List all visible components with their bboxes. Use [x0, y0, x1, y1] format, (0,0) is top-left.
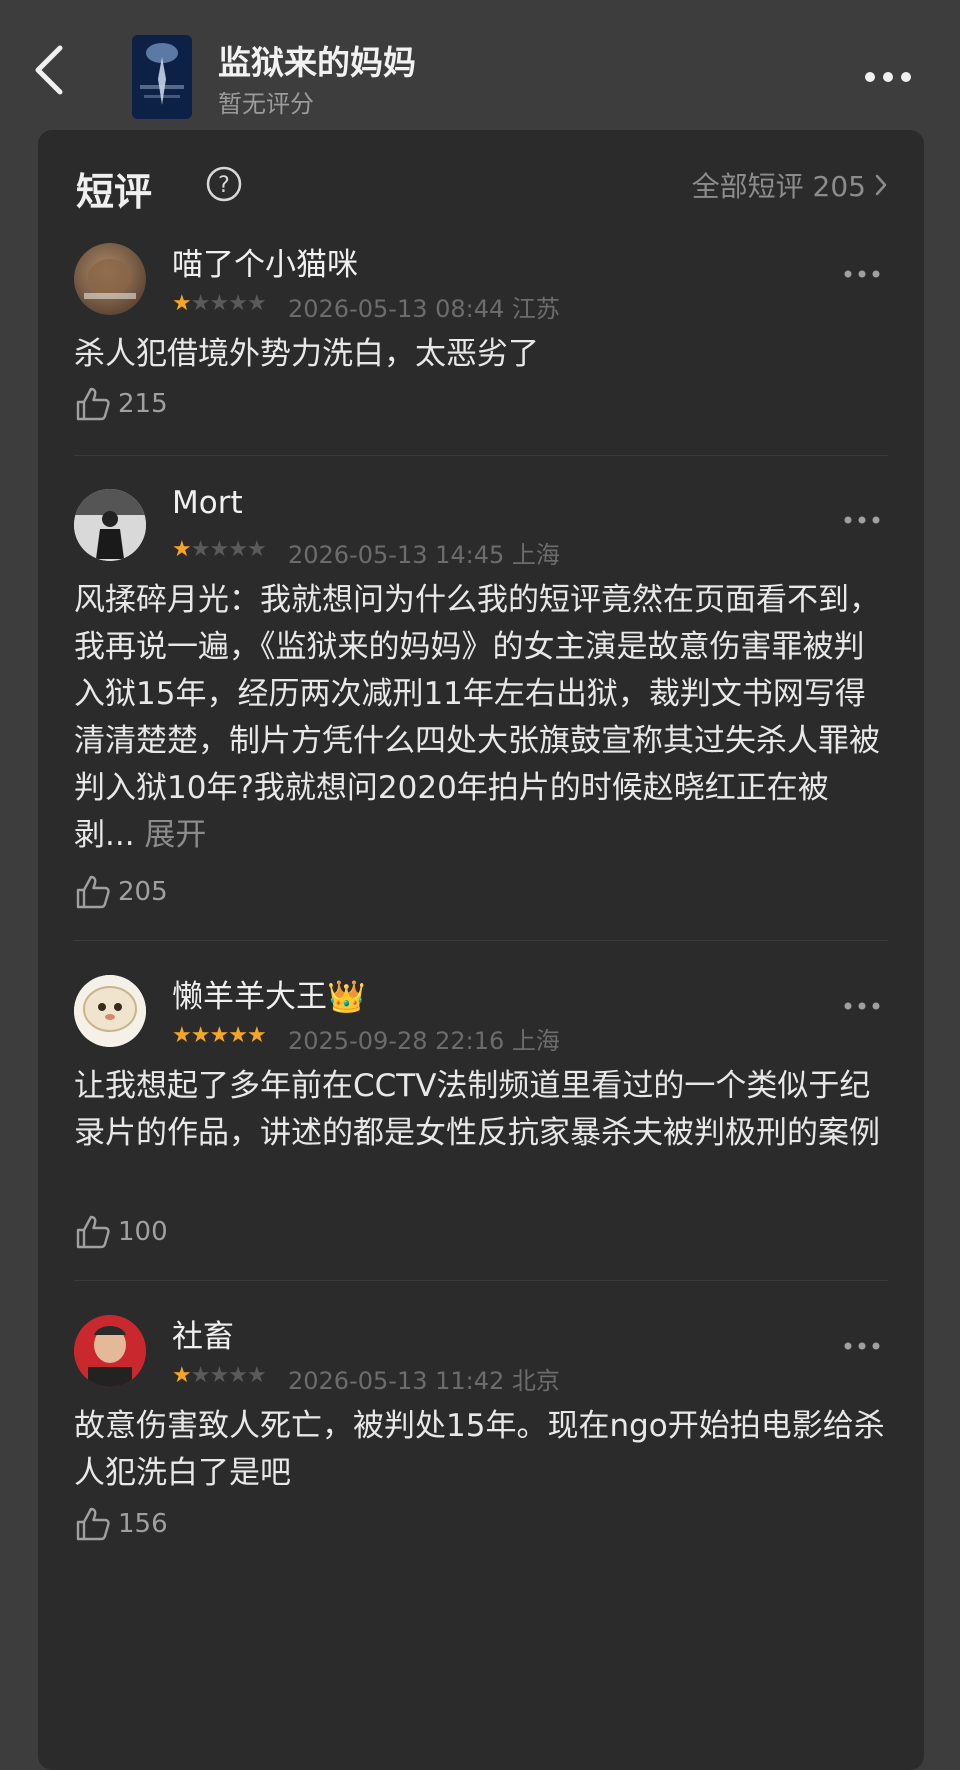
- review-text: 故意伤害致人死亡，被判处15年。现在ngo开始拍电影给杀人犯洗白了是吧: [74, 1408, 885, 1491]
- section-header: 短评 ? 全部短评 205: [76, 157, 888, 214]
- star-empty-icon: ★: [246, 537, 267, 562]
- divider: [74, 455, 888, 456]
- back-button[interactable]: [30, 42, 80, 112]
- svg-text:?: ?: [218, 173, 230, 198]
- star-empty-icon: ★: [190, 1363, 211, 1388]
- all-reviews-label: 全部短评 205: [691, 170, 866, 203]
- username-text: 懒羊羊大王: [172, 979, 327, 1015]
- review-meta: 2026-05-13 14:45 上海: [288, 535, 560, 570]
- review-date: 2026-05-13 11:42: [288, 1367, 505, 1395]
- rating-stars: ★★★★★: [172, 537, 267, 562]
- star-filled-icon: ★: [172, 1023, 192, 1048]
- like-button[interactable]: 100: [74, 1213, 168, 1251]
- like-button[interactable]: 215: [74, 385, 168, 423]
- review-date: 2026-05-13 14:45: [288, 541, 505, 569]
- poster-artwork: [132, 35, 192, 119]
- star-filled-icon: ★: [246, 1023, 267, 1048]
- movie-poster[interactable]: [132, 35, 192, 119]
- review-meta: 2026-05-13 08:44 江苏: [288, 289, 560, 324]
- like-button[interactable]: 156: [74, 1505, 168, 1543]
- short-reviews-panel: 短评 ? 全部短评 205 喵了个小猫咪 ★★★★★ 2026-05-13 08…: [38, 130, 924, 1770]
- like-count: 215: [118, 389, 168, 419]
- star-empty-icon: ★: [228, 1363, 248, 1388]
- question-circle-icon[interactable]: ?: [206, 166, 242, 202]
- more-dots-icon[interactable]: [842, 999, 882, 1013]
- top-bar: 监狱来的妈妈 暂无评分: [0, 0, 960, 128]
- like-button[interactable]: 205: [74, 873, 168, 911]
- crown-badge-icon: 👑: [327, 979, 366, 1015]
- review-date: 2025-09-28 22:16: [288, 1027, 505, 1055]
- review-meta: 2026-05-13 11:42 北京: [288, 1361, 560, 1396]
- avatar-image: [74, 1315, 146, 1387]
- star-empty-icon: ★: [228, 537, 248, 562]
- star-filled-icon: ★: [172, 1363, 192, 1388]
- like-count: 156: [118, 1509, 168, 1539]
- page-title: 监狱来的妈妈: [218, 43, 416, 82]
- like-count: 205: [118, 877, 168, 907]
- review-text: 风揉碎月光：我就想问为什么我的短评竟然在页面看不到，我再说一遍，《监狱来的妈妈》…: [74, 577, 888, 859]
- more-dots-icon[interactable]: [842, 513, 882, 527]
- review-location: 上海: [511, 541, 560, 569]
- star-filled-icon: ★: [172, 537, 192, 562]
- avatar[interactable]: [74, 975, 146, 1047]
- more-options-button[interactable]: [858, 62, 918, 92]
- star-empty-icon: ★: [209, 1363, 229, 1388]
- review-text: 杀人犯借境外势力洗白，太恶劣了: [74, 336, 539, 372]
- star-filled-icon: ★: [209, 1023, 229, 1048]
- star-empty-icon: ★: [209, 537, 229, 562]
- avatar-image: [84, 259, 136, 299]
- section-title: 短评: [76, 170, 153, 214]
- review-location: 上海: [511, 1027, 560, 1055]
- thumbs-up-icon: [76, 1215, 110, 1249]
- star-empty-icon: ★: [209, 291, 229, 316]
- username[interactable]: Mort: [172, 485, 243, 521]
- star-filled-icon: ★: [190, 1023, 211, 1048]
- username[interactable]: 社畜: [172, 1311, 234, 1356]
- rating-status: 暂无评分: [218, 90, 314, 118]
- rating-stars: ★★★★★: [172, 1363, 267, 1388]
- thumbs-up-icon: [76, 875, 110, 909]
- like-count: 100: [118, 1217, 168, 1247]
- chevron-right-icon: [875, 174, 887, 196]
- more-dots-icon[interactable]: [842, 267, 882, 281]
- all-reviews-link[interactable]: 全部短评 205: [692, 165, 888, 205]
- rating-stars: ★★★★★: [172, 291, 267, 316]
- username[interactable]: 喵了个小猫咪: [172, 239, 358, 284]
- avatar-image: [74, 975, 146, 1047]
- thumbs-up-icon: [76, 387, 110, 421]
- back-arrow-icon: [35, 45, 63, 95]
- star-filled-icon: ★: [172, 291, 192, 316]
- review-location: 江苏: [511, 295, 560, 323]
- review-item: 懒羊羊大王👑 ★★★★★ 2025-09-28 22:16 上海 让我想起了多年…: [74, 975, 888, 1305]
- avatar[interactable]: [74, 489, 146, 561]
- review-item: 社畜 ★★★★★ 2026-05-13 11:42 北京 故意伤害致人死亡，被判…: [74, 1315, 888, 1615]
- divider: [74, 1280, 888, 1281]
- username[interactable]: 懒羊羊大王👑: [172, 971, 366, 1016]
- star-filled-icon: ★: [228, 1023, 248, 1048]
- avatar[interactable]: [74, 1315, 146, 1387]
- review-text-content: 风揉碎月光：我就想问为什么我的短评竟然在页面看不到，我再说一遍，《监狱来的妈妈》…: [74, 582, 880, 853]
- star-empty-icon: ★: [190, 537, 211, 562]
- review-date: 2026-05-13 08:44: [288, 295, 505, 323]
- more-dots-icon: [865, 72, 911, 82]
- divider: [74, 940, 888, 941]
- review-meta: 2025-09-28 22:16 上海: [288, 1021, 560, 1056]
- expand-link[interactable]: 展开: [144, 817, 206, 853]
- thumbs-up-icon: [76, 1507, 110, 1541]
- star-empty-icon: ★: [246, 1363, 267, 1388]
- review-location: 北京: [511, 1367, 560, 1395]
- star-empty-icon: ★: [246, 291, 267, 316]
- review-text: 让我想起了多年前在CCTV法制频道里看过的一个类似于纪录片的作品，讲述的都是女性…: [74, 1068, 880, 1151]
- avatar[interactable]: [74, 243, 146, 315]
- more-dots-icon[interactable]: [842, 1339, 882, 1353]
- star-empty-icon: ★: [228, 291, 248, 316]
- star-empty-icon: ★: [190, 291, 211, 316]
- rating-stars: ★★★★★: [172, 1023, 267, 1048]
- avatar-image: [74, 489, 146, 561]
- review-item: Mort ★★★★★ 2026-05-13 14:45 上海 风揉碎月光：我就想…: [74, 485, 888, 949]
